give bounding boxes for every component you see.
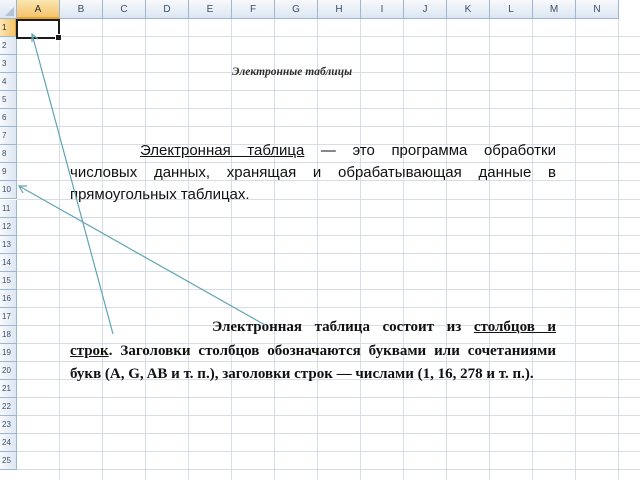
- row-header-13[interactable]: 13: [0, 235, 17, 254]
- row-header-24[interactable]: 24: [0, 434, 17, 453]
- row-header-7[interactable]: 7: [0, 127, 17, 146]
- column-gridline: [59, 19, 60, 480]
- row-gridline: [17, 451, 640, 453]
- column-gridline: [145, 19, 146, 480]
- column-header-c[interactable]: C: [103, 0, 146, 19]
- row-header-25[interactable]: 25: [0, 452, 17, 471]
- row-gridline: [17, 252, 640, 254]
- column-gridline: [360, 19, 361, 480]
- column-header-k[interactable]: K: [447, 0, 490, 19]
- row-header-18[interactable]: 18: [0, 325, 17, 344]
- row-header-20[interactable]: 20: [0, 361, 17, 380]
- row-header-16[interactable]: 16: [0, 289, 17, 308]
- arrow-to-row-header: [18, 185, 266, 326]
- column-gridline: [102, 19, 103, 480]
- row-header-15[interactable]: 15: [0, 271, 17, 290]
- column-header-l[interactable]: L: [490, 0, 533, 19]
- column-gridline: [575, 19, 576, 480]
- column-gridline: [231, 19, 232, 480]
- arrowhead-row: [17, 185, 27, 194]
- row-header-9[interactable]: 9: [0, 163, 17, 182]
- row-header-2[interactable]: 2: [0, 37, 17, 56]
- select-all-button[interactable]: [0, 0, 17, 19]
- column-gridline: [274, 19, 275, 480]
- column-header-g[interactable]: G: [275, 0, 318, 19]
- row-header-5[interactable]: 5: [0, 91, 17, 110]
- row-gridline: [17, 415, 640, 417]
- structure-lead: Электронная таблица состоит из: [212, 319, 462, 335]
- row-gridline: [17, 54, 640, 56]
- slide-title: Электронные таблицы: [232, 66, 353, 78]
- column-gridline: [489, 19, 490, 480]
- column-header-e[interactable]: E: [189, 0, 232, 19]
- row-header-12[interactable]: 12: [0, 217, 17, 236]
- row-header-4[interactable]: 4: [0, 73, 17, 92]
- row-gridline: [17, 90, 640, 92]
- row-gridline: [17, 216, 640, 218]
- column-header-b[interactable]: B: [60, 0, 103, 19]
- row-header-1[interactable]: 1: [0, 19, 17, 38]
- row-gridline: [17, 126, 640, 128]
- row-header-8[interactable]: 8: [0, 145, 17, 164]
- row-gridline: [17, 306, 640, 308]
- column-gridline: [618, 19, 619, 480]
- column-gridline: [532, 19, 533, 480]
- row-header-19[interactable]: 19: [0, 343, 17, 362]
- column-header-n[interactable]: N: [576, 0, 619, 19]
- spreadsheet-grid[interactable]: ABCDEFGHIJKLMN 1 2 3 4 5 6 7 8 9 10 11 12 13 14 15 16 17…: [0, 0, 640, 480]
- column-gridline: [188, 19, 189, 480]
- row-gridline: [17, 433, 640, 435]
- row-gridline: [17, 397, 640, 399]
- column-header-i[interactable]: I: [361, 0, 404, 19]
- column-header-h[interactable]: H: [318, 0, 361, 19]
- row-gridline: [17, 234, 640, 236]
- row-header-14[interactable]: 14: [0, 253, 17, 272]
- column-header-d[interactable]: D: [146, 0, 189, 19]
- row-header-23[interactable]: 23: [0, 416, 17, 435]
- row-gridline: [17, 288, 640, 290]
- row-header-22[interactable]: 22: [0, 398, 17, 417]
- row-gridline: [17, 108, 640, 110]
- column-gridline: [446, 19, 447, 480]
- column-gridline: [403, 19, 404, 480]
- column-header-m[interactable]: M: [533, 0, 576, 19]
- structure-paragraph: Электронная таблица состоит из столбцов …: [70, 316, 556, 387]
- row-gridline: [17, 36, 640, 38]
- row-header-3[interactable]: 3: [0, 55, 17, 74]
- row-header-21[interactable]: 21: [0, 380, 17, 399]
- column-gridline: [317, 19, 318, 480]
- fill-handle[interactable]: [55, 34, 62, 41]
- definition-paragraph: Электронная таблица — это программа обра…: [70, 140, 556, 206]
- column-header-j[interactable]: J: [404, 0, 447, 19]
- row-header-6[interactable]: 6: [0, 109, 17, 128]
- row-header-17[interactable]: 17: [0, 307, 17, 326]
- column-header-a[interactable]: A: [17, 0, 60, 19]
- structure-text: . Заголовки столбцов обозначаются буквам…: [70, 342, 556, 383]
- column-header-f[interactable]: F: [232, 0, 275, 19]
- selected-cell-a1[interactable]: [16, 19, 62, 41]
- row-gridline: [17, 270, 640, 272]
- row-header-11[interactable]: 11: [0, 199, 17, 218]
- row-gridline: [17, 469, 640, 471]
- definition-term: Электронная таблица: [140, 142, 305, 159]
- row-header-10[interactable]: 10: [0, 181, 17, 200]
